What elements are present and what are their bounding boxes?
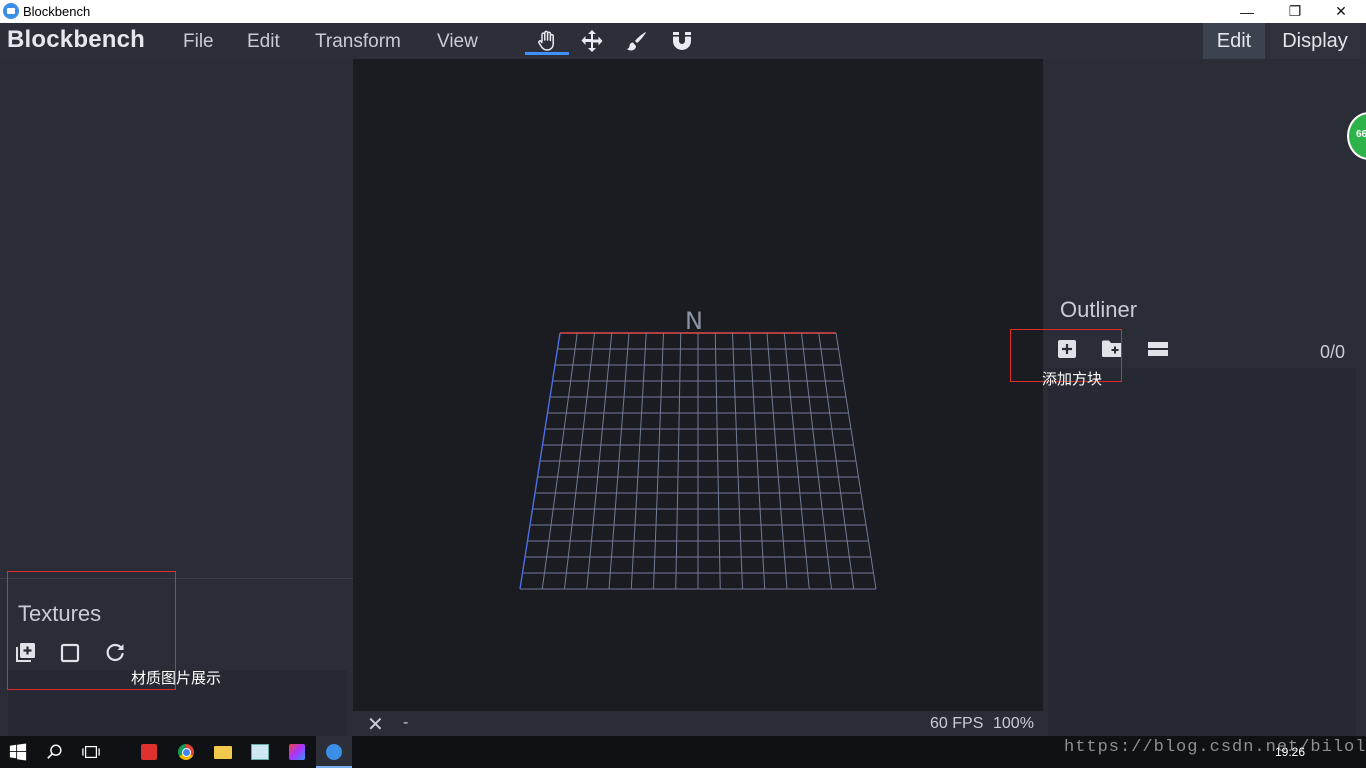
menu-bar: Blockbench File Edit Transform View: [0, 23, 1366, 59]
window-title-bar: Blockbench — ❐ ✕: [0, 0, 1366, 23]
red-app-icon: [141, 744, 157, 760]
collapse-all-icon: [1148, 342, 1168, 356]
task-view-icon: [82, 745, 100, 759]
outliner-annotation-label: 添加方块: [1042, 371, 1103, 388]
badge-text: 66: [1356, 129, 1366, 140]
start-button[interactable]: [6, 740, 30, 764]
active-tool-indicator: [525, 52, 569, 55]
floor-grid: [519, 332, 877, 590]
magnet-tool-button[interactable]: [667, 27, 697, 55]
blockbench-taskbar-icon: [326, 744, 342, 760]
taskbar-app-window[interactable]: [248, 740, 272, 764]
move-tool-button[interactable]: [577, 27, 607, 55]
zoom-level: 100%: [993, 715, 1034, 732]
move-icon: [581, 30, 603, 52]
fps-counter: 60 FPS: [930, 715, 984, 732]
brand-logo: Blockbench: [7, 26, 146, 53]
mode-tab-display[interactable]: Display: [1270, 23, 1360, 59]
viewport-status-bar: ✕ - 60 FPS 100%: [353, 711, 1043, 736]
taskbar-clock[interactable]: 19:26: [1275, 745, 1305, 759]
taskbar-app-explorer[interactable]: [211, 740, 235, 764]
paint-tool-button[interactable]: [622, 27, 652, 55]
outliner-panel-title: Outliner: [1060, 297, 1138, 322]
paint-brush-icon: [627, 32, 646, 51]
minimize-button[interactable]: —: [1224, 0, 1270, 23]
textures-annotation-label: 材质图片展示: [131, 670, 222, 687]
outliner-count: 0/0: [1320, 342, 1346, 362]
taskbar-app-red[interactable]: [137, 740, 161, 764]
taskbar-app-blockbench[interactable]: [316, 736, 352, 768]
restore-button[interactable]: ❐: [1272, 0, 1318, 23]
menu-edit[interactable]: Edit: [247, 31, 280, 53]
windows-logo-icon: [9, 743, 27, 761]
app-window-icon: [251, 744, 269, 760]
ide-icon: [289, 744, 305, 760]
blockbench-app-icon: [3, 3, 19, 19]
outliner-tree[interactable]: [1048, 368, 1356, 736]
hand-icon: [538, 30, 554, 51]
chrome-icon: [178, 744, 194, 760]
collapse-all-button[interactable]: [1144, 335, 1172, 363]
hand-tool-button[interactable]: [532, 27, 562, 55]
mode-tab-edit[interactable]: Edit: [1203, 23, 1265, 59]
compass-north-label: N: [685, 307, 703, 335]
menu-file[interactable]: File: [183, 31, 214, 53]
menu-transform[interactable]: Transform: [315, 31, 401, 53]
window-title: Blockbench: [23, 4, 91, 19]
watermark-url: https://blog.csdn.net/bilolxj: [1064, 738, 1366, 757]
taskbar-search-button[interactable]: [43, 740, 67, 764]
magnet-icon: [673, 32, 691, 50]
taskbar-app-chrome[interactable]: [174, 740, 198, 764]
folder-icon: [214, 745, 232, 759]
menu-view[interactable]: View: [437, 31, 478, 53]
selection-info: -: [403, 714, 409, 731]
taskbar-app-ide[interactable]: [285, 740, 309, 764]
close-window-button[interactable]: ✕: [1318, 0, 1364, 23]
clear-selection-button[interactable]: ✕: [367, 712, 384, 737]
task-view-button[interactable]: [79, 740, 103, 764]
search-icon: [47, 744, 62, 759]
3d-viewport[interactable]: N: [353, 59, 1043, 711]
